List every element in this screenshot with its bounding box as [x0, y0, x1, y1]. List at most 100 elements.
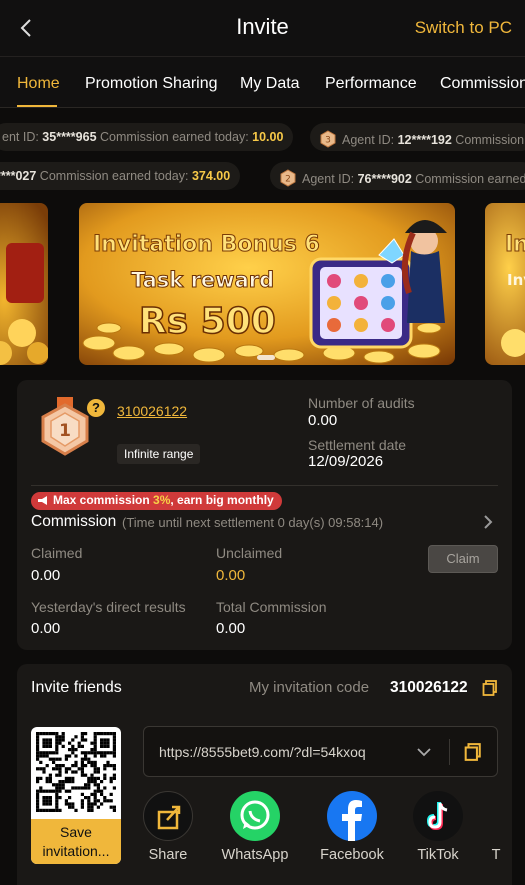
qr-module — [112, 738, 116, 742]
qr-module — [112, 751, 116, 755]
qr-module — [100, 802, 104, 806]
qr-module — [87, 796, 91, 800]
qr-module — [80, 735, 84, 739]
qr-module — [48, 773, 52, 777]
question-icon[interactable]: ? — [87, 399, 105, 417]
qr-module — [90, 792, 94, 796]
qr-module — [55, 789, 59, 793]
qr-module — [106, 764, 110, 768]
top-bar: Invite Switch to PC — [0, 0, 525, 56]
qr-module — [36, 780, 40, 784]
qr-module — [39, 760, 43, 764]
qr-module — [103, 744, 107, 748]
qr-module — [87, 786, 91, 790]
qr-module — [45, 732, 49, 736]
qr-module — [39, 751, 43, 755]
share-whatsapp-button[interactable]: WhatsApp — [218, 791, 292, 863]
claim-button[interactable]: Claim — [428, 545, 498, 573]
qr-module — [109, 780, 113, 784]
tab-home[interactable]: Home — [17, 75, 60, 93]
qr-module — [103, 767, 107, 771]
qr-module — [103, 764, 107, 768]
qr-module — [55, 783, 59, 787]
qr-module — [36, 805, 40, 809]
share-more-button[interactable]: T — [486, 791, 506, 863]
qr-module — [52, 789, 56, 793]
qr-module — [55, 741, 59, 745]
qr-module — [80, 764, 84, 768]
qr-module — [36, 799, 40, 803]
commission-ticker-row: ****027 Commission earned today: 374.00 … — [0, 158, 525, 194]
yesterday-results-label: Yesterday's direct results — [31, 599, 186, 615]
chevron-right-icon[interactable] — [481, 512, 495, 532]
settlement-label: Settlement date — [308, 437, 407, 453]
qr-module — [96, 799, 100, 803]
qr-module — [74, 760, 78, 764]
ticker-item: ent ID: 35****965 Commission earned toda… — [0, 123, 294, 151]
qr-module — [68, 802, 72, 806]
qr-module — [39, 789, 43, 793]
tab-promotion-sharing[interactable]: Promotion Sharing — [85, 75, 218, 93]
qr-module — [100, 738, 104, 742]
carousel-indicator[interactable] — [257, 355, 275, 360]
qr-module — [87, 805, 91, 809]
qr-module — [52, 783, 56, 787]
unclaimed-value: 0.00 — [216, 567, 246, 584]
qr-module — [109, 805, 113, 809]
qr-module — [80, 767, 84, 771]
carousel-slide-active[interactable]: Invitation Bonus 6 Task reward Rs 500 — [79, 203, 455, 365]
qr-module — [71, 770, 75, 774]
save-invitation-button[interactable]: Save invitation... — [31, 819, 121, 864]
qr-module — [71, 738, 75, 742]
invitation-link-text: https://8555bet9.com/?dl=54kxoq — [159, 744, 366, 760]
qr-module — [112, 741, 116, 745]
qr-module — [36, 796, 40, 800]
carousel-slide-next[interactable]: In Inv — [485, 203, 525, 365]
qr-module — [106, 738, 110, 742]
qr-module — [36, 776, 40, 780]
banner-reward-amount: Rs 500 — [139, 301, 276, 342]
svg-text:3: 3 — [325, 136, 331, 146]
qr-module — [96, 786, 100, 790]
share-tiktok-button[interactable]: TikTok — [412, 791, 464, 863]
carousel-slide-prev[interactable] — [0, 203, 48, 365]
qr-module — [80, 770, 84, 774]
settlement-value: 12/09/2026 — [308, 453, 384, 470]
tab-performance[interactable]: Performance — [325, 75, 417, 93]
share-facebook-button[interactable]: Facebook — [316, 791, 388, 863]
ticker-item: ****027 Commission earned today: 374.00 — [0, 162, 241, 190]
share-icon — [143, 791, 193, 841]
qr-module — [93, 760, 97, 764]
switch-to-pc-link[interactable]: Switch to PC — [415, 18, 512, 38]
qr-module — [90, 748, 94, 752]
qr-code-icon — [36, 732, 116, 812]
qr-module — [96, 805, 100, 809]
qr-module — [112, 748, 116, 752]
qr-module — [58, 786, 62, 790]
chevron-down-icon[interactable] — [416, 744, 432, 760]
qr-module — [45, 776, 49, 780]
tab-bar: Home Promotion Sharing My Data Performan… — [0, 56, 525, 108]
invitation-link-field[interactable]: https://8555bet9.com/?dl=54kxoq — [143, 726, 498, 777]
qr-module — [109, 732, 113, 736]
tab-commission[interactable]: Commission — [440, 75, 525, 93]
agent-code-link[interactable]: 310026122 — [117, 403, 187, 419]
qr-module — [96, 770, 100, 774]
copy-icon[interactable] — [482, 680, 498, 696]
tab-my-data[interactable]: My Data — [240, 75, 300, 93]
qr-module — [84, 773, 88, 777]
promo-carousel[interactable]: Invitation Bonus 6 Task reward Rs 500 In… — [0, 203, 525, 365]
qr-module — [90, 760, 94, 764]
copy-icon[interactable] — [464, 743, 482, 761]
qr-module — [58, 796, 62, 800]
qr-module — [36, 748, 40, 752]
qr-module — [58, 741, 62, 745]
share-button[interactable]: Share — [142, 791, 194, 863]
qr-module — [58, 783, 62, 787]
qr-code-card[interactable]: Save invitation... — [31, 727, 121, 864]
level-medal-icon: 1 — [41, 397, 89, 456]
qr-module — [93, 744, 97, 748]
qr-module — [36, 741, 40, 745]
qr-module — [71, 751, 75, 755]
qr-module — [52, 757, 56, 761]
